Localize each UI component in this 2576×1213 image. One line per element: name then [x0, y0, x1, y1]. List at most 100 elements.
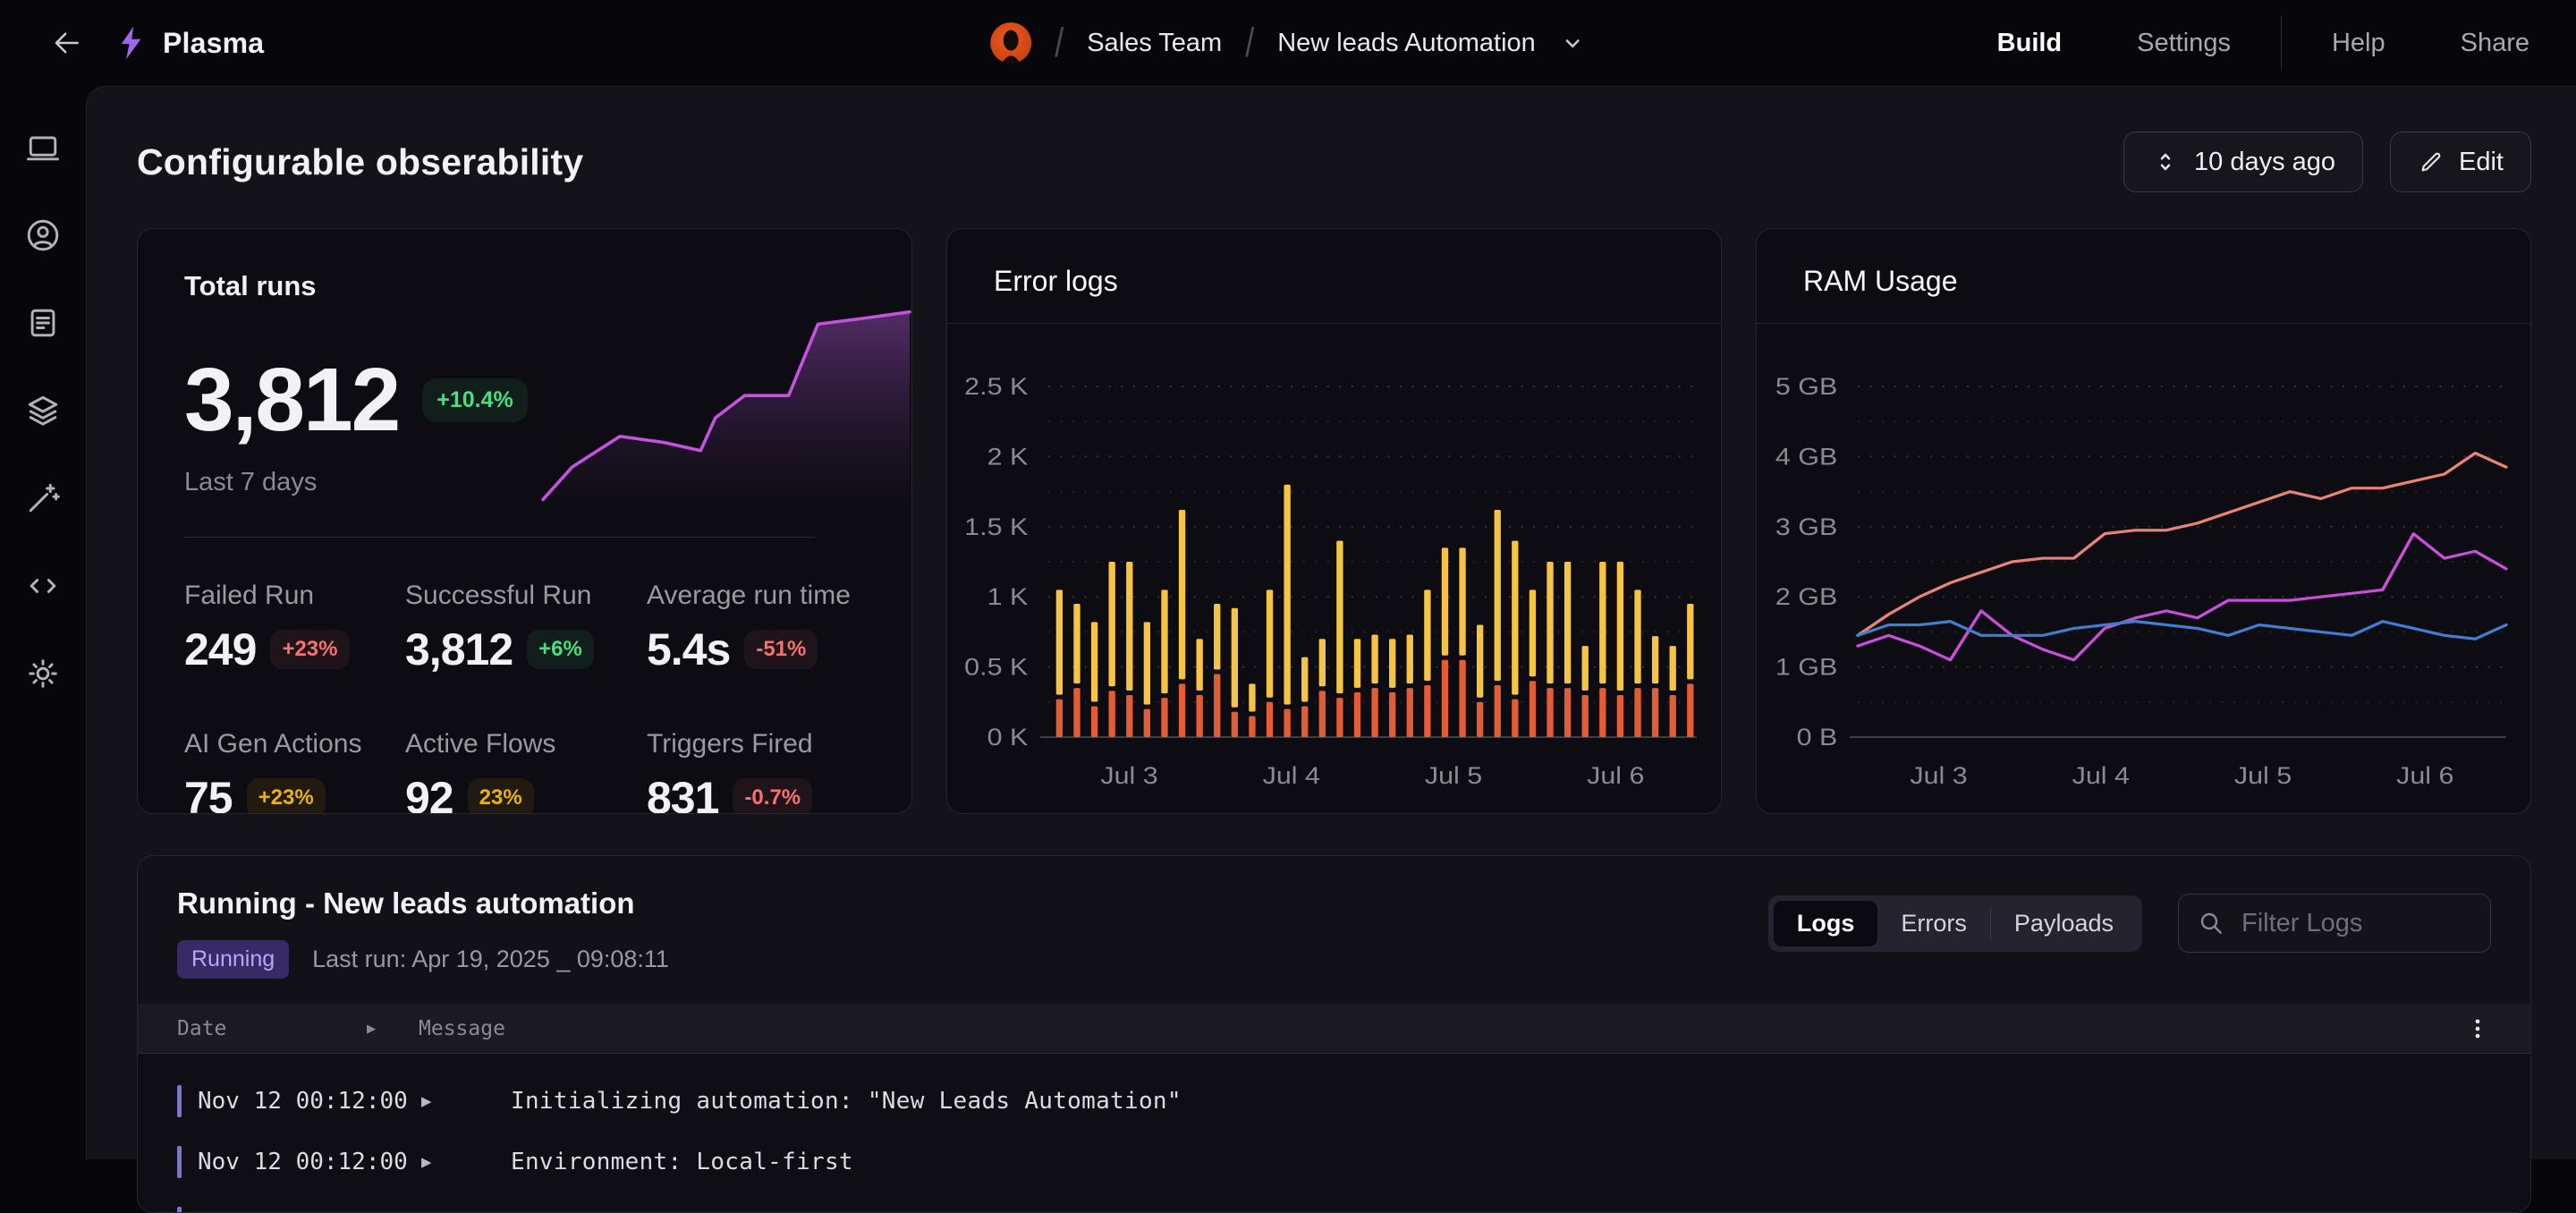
tab-payloads[interactable]: Payloads: [1991, 901, 2137, 946]
sidebar-item-docs[interactable]: [22, 302, 64, 344]
sidebar-item-settings[interactable]: [22, 653, 64, 694]
breadcrumb-team[interactable]: Sales Team: [1087, 29, 1222, 58]
stat-delta-badge: -51%: [744, 630, 818, 669]
log-row[interactable]: Nov 12 00:12:00▶Environment: Local-first: [177, 1145, 2491, 1179]
column-message: Message: [419, 1017, 505, 1040]
gear-icon: [23, 654, 63, 693]
svg-text:2.5 K: 2.5 K: [964, 374, 1028, 401]
divider: [184, 537, 815, 538]
log-row-marker: [177, 1085, 182, 1117]
svg-text:Jul 5: Jul 5: [2234, 763, 2292, 790]
sidebar-item-layers[interactable]: [22, 390, 64, 431]
log-row[interactable]: Nov 12 00:12:00▶Loaded configuration fro…: [177, 1206, 2491, 1213]
error-logs-chart: 0 K0.5 K1 K1.5 K2 K2.5 KJul 3Jul 4Jul 5J…: [947, 335, 1721, 813]
stats-grid: Failed Run249+23%Successful Run 3,812 +6% A…: [184, 581, 865, 814]
topbar: Plasma / Sales Team / New leads Automati…: [0, 0, 2576, 86]
log-row[interactable]: Nov 12 00:12:00▶Initializing automation:…: [177, 1084, 2491, 1118]
expand-row-icon[interactable]: ▶: [421, 1091, 511, 1111]
plasma-logo-icon: [113, 24, 150, 62]
magic-wand-icon: [23, 479, 63, 518]
breadcrumb-separator: /: [1245, 20, 1254, 67]
stat-value: 5.4s: [647, 623, 730, 675]
total-runs-delta-badge: +10.4%: [422, 378, 528, 422]
page-title: Configurable obserability: [137, 141, 583, 183]
svg-text:1 K: 1 K: [987, 584, 1029, 611]
nav-build[interactable]: Build: [1960, 29, 2100, 58]
breadcrumb-automation[interactable]: New leads Automation: [1277, 29, 1536, 58]
svg-text:0.5 K: 0.5 K: [964, 654, 1028, 681]
nav-settings[interactable]: Settings: [2099, 29, 2268, 58]
stat-value: 75: [184, 772, 233, 814]
topbar-nav: Build Settings Help Share: [1960, 15, 2529, 71]
tab-errors[interactable]: Errors: [1877, 901, 1990, 946]
unfold-icon: [2151, 148, 2180, 176]
svg-text:Jul 3: Jul 3: [1910, 763, 1967, 790]
stat-delta-badge: +6%: [527, 630, 594, 669]
date-range-label: 10 days ago: [2194, 148, 2335, 177]
log-message: Initializing automation: "New Leads Auto…: [511, 1088, 1182, 1115]
nav-share[interactable]: Share: [2423, 29, 2529, 58]
ram-usage-card: RAM Usage 0 B1 GB2 GB3 GB4 GB5 GBJul 3Ju…: [1756, 228, 2531, 814]
search-icon: [2197, 909, 2225, 937]
brand-name: Plasma: [163, 27, 264, 60]
svg-text:4 GB: 4 GB: [1775, 444, 1837, 471]
svg-text:2 GB: 2 GB: [1775, 584, 1837, 611]
sidebar-item-monitor[interactable]: [22, 127, 64, 168]
total-runs-sparkline: [538, 284, 911, 519]
stat-label: Triggers Fired: [647, 729, 869, 759]
svg-text:0 K: 0 K: [987, 725, 1029, 751]
svg-text:2 K: 2 K: [987, 444, 1029, 471]
chevron-down-icon[interactable]: [1559, 30, 1586, 56]
nav-help[interactable]: Help: [2294, 29, 2423, 58]
run-log-panel: Running - New leads automation Running L…: [137, 855, 2531, 1213]
svg-text:Jul 6: Jul 6: [1587, 763, 1644, 790]
expand-row-icon[interactable]: ▶: [421, 1152, 511, 1172]
sidebar-item-users[interactable]: [22, 215, 64, 256]
edit-button[interactable]: Edit: [2390, 131, 2531, 192]
stat-active-flows: Active Flows 92 23%: [405, 729, 647, 814]
total-runs-value: 3,812: [184, 349, 399, 452]
log-table-header: Date ▶ Message: [138, 1004, 2530, 1054]
stat-value: 92: [405, 772, 453, 814]
document-icon: [23, 303, 63, 343]
ram-usage-title: RAM Usage: [1803, 265, 1958, 297]
sidebar-item-ai-tools[interactable]: [22, 478, 64, 519]
log-date: Nov 12 00:12:00: [198, 1209, 421, 1213]
edit-label: Edit: [2459, 148, 2504, 177]
filter-logs-field[interactable]: [2178, 894, 2491, 953]
filter-logs-input[interactable]: [2241, 909, 2456, 938]
stat-delta-badge: +23%: [247, 778, 326, 814]
brand: Plasma: [113, 24, 264, 62]
pencil-icon: [2418, 148, 2445, 175]
stat-average-run-time: Average run time5.4s-51%: [647, 581, 869, 675]
stat-label: Active Flows: [405, 729, 647, 759]
log-row-marker: [177, 1146, 182, 1178]
breadcrumb: / Sales Team / New leads Automation: [990, 22, 1586, 64]
log-rows: Nov 12 00:12:00▶Initializing automation:…: [138, 1054, 2530, 1213]
monitor-icon: [23, 128, 63, 167]
log-message: Environment: Local-first: [511, 1149, 853, 1175]
log-date: Nov 12 00:12:00: [198, 1149, 421, 1175]
stat-triggers-fired: Triggers Fired831-0.7%: [647, 729, 869, 814]
breadcrumb-separator: /: [1055, 20, 1063, 67]
stat-value: 831: [647, 772, 718, 814]
layers-icon: [23, 391, 63, 430]
user-circle-icon: [23, 216, 63, 255]
back-button[interactable]: [47, 23, 86, 63]
stat-value: 3,812: [405, 623, 513, 675]
table-menu-button[interactable]: [2464, 1015, 2491, 1042]
stat-successful-run: Successful Run 3,812 +6%: [405, 581, 647, 675]
nav-divider: [2281, 15, 2282, 71]
stat-delta-badge: +23%: [270, 630, 349, 669]
tab-logs[interactable]: Logs: [1774, 901, 1878, 946]
expand-column-icon: ▶: [367, 1020, 419, 1038]
avatar[interactable]: [990, 22, 1031, 64]
log-date: Nov 12 00:12:00: [198, 1088, 421, 1115]
date-range-button[interactable]: 10 days ago: [2123, 131, 2363, 192]
code-icon: [23, 566, 63, 606]
sidebar-item-code[interactable]: [22, 565, 64, 606]
stat-label: Successful Run: [405, 581, 647, 611]
stat-failed-run: Failed Run249+23%: [184, 581, 405, 675]
stat-delta-badge: 23%: [468, 778, 534, 814]
svg-text:3 GB: 3 GB: [1775, 513, 1837, 540]
